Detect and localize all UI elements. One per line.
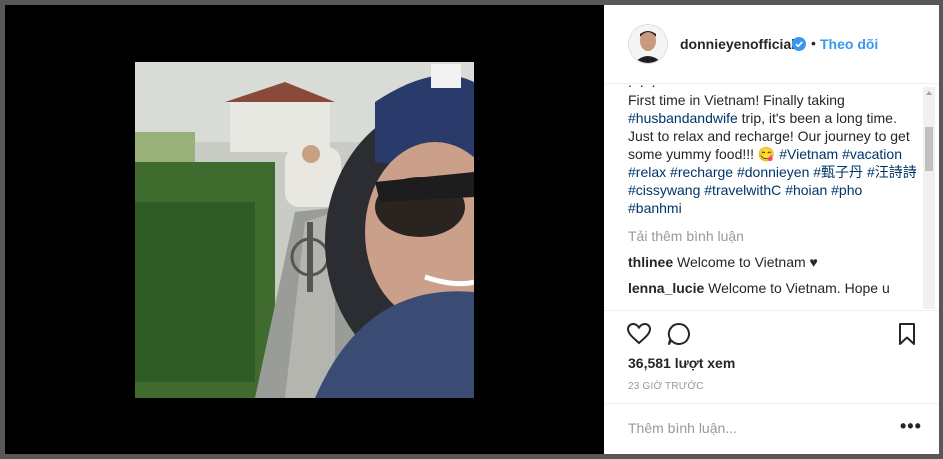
comment-username[interactable]: thlinee [628, 254, 673, 270]
post-modal: donnieyenofficial • Theo dõi . . . First… [5, 5, 939, 454]
comment-username[interactable]: lenna_lucie [628, 280, 704, 296]
post-caption: First time in Vietnam! Finally taking #h… [628, 91, 918, 217]
hashtag-link[interactable]: #vacation [842, 146, 902, 162]
verified-badge-icon [792, 37, 806, 51]
scrollbar-thumb[interactable] [925, 127, 933, 171]
view-count-label: lượt xem [674, 355, 736, 371]
comment-icon[interactable] [666, 321, 692, 347]
comment-text: Welcome to Vietnam ♥ [677, 254, 818, 270]
action-bar [604, 321, 939, 351]
bookmark-icon[interactable] [894, 321, 920, 347]
hashtag-link[interactable]: #cissywang [628, 182, 700, 198]
username-link[interactable]: donnieyenofficial [680, 36, 795, 52]
hashtag-link[interactable]: #recharge [670, 164, 733, 180]
comment-item: lenna_lucie Welcome to Vietnam. Hope u [628, 279, 918, 297]
view-count-number: 36,581 [628, 355, 671, 371]
comments-list: . . . First time in Vietnam! Finally tak… [628, 75, 918, 309]
post-video[interactable] [135, 62, 474, 398]
hashtag-link[interactable]: #husbandandwife [628, 110, 738, 126]
hashtag-link[interactable]: #甄子丹 [813, 164, 863, 180]
post-header: donnieyenofficial • Theo dõi [604, 5, 939, 84]
hashtag-link[interactable]: #relax [628, 164, 666, 180]
comments-scrollbar[interactable] [923, 87, 935, 309]
comment-item: thlinee Welcome to Vietnam ♥ [628, 253, 918, 271]
hashtag-link[interactable]: #pho [831, 182, 862, 198]
avatar-image [629, 25, 667, 63]
caption-text: First time in Vietnam! Finally taking [628, 92, 845, 108]
load-more-comments-link[interactable]: Tải thêm bình luận [628, 227, 918, 245]
avatar[interactable] [628, 24, 668, 64]
post-timestamp[interactable]: 23 GIỜ TRƯỚC [628, 381, 704, 392]
divider [604, 403, 939, 404]
hashtag-link[interactable]: #travelwithC [704, 182, 781, 198]
heart-icon[interactable] [626, 321, 652, 347]
more-options-icon[interactable]: ••• [900, 416, 922, 437]
caption-ellipsis: . . . [628, 75, 658, 90]
hashtag-link[interactable]: #donnieyen [737, 164, 809, 180]
view-count: 36,581 lượt xem [628, 355, 735, 371]
media-area [5, 5, 604, 454]
hashtag-link[interactable]: #汪詩詩 [867, 164, 917, 180]
scroll-up-arrow-icon[interactable] [923, 87, 935, 99]
video-frame-illustration [135, 62, 474, 398]
hashtag-link[interactable]: #hoian [785, 182, 827, 198]
divider [604, 310, 939, 311]
hashtag-link[interactable]: #banhmi [628, 200, 682, 216]
add-comment-input[interactable]: Thêm bình luận... [628, 420, 737, 436]
post-side-panel: donnieyenofficial • Theo dõi . . . First… [604, 5, 939, 454]
separator-dot: • [811, 35, 816, 51]
hashtag-link[interactable]: #Vietnam [779, 146, 838, 162]
follow-button[interactable]: Theo dõi [820, 36, 878, 52]
comment-text: Welcome to Vietnam. Hope u [708, 280, 890, 296]
